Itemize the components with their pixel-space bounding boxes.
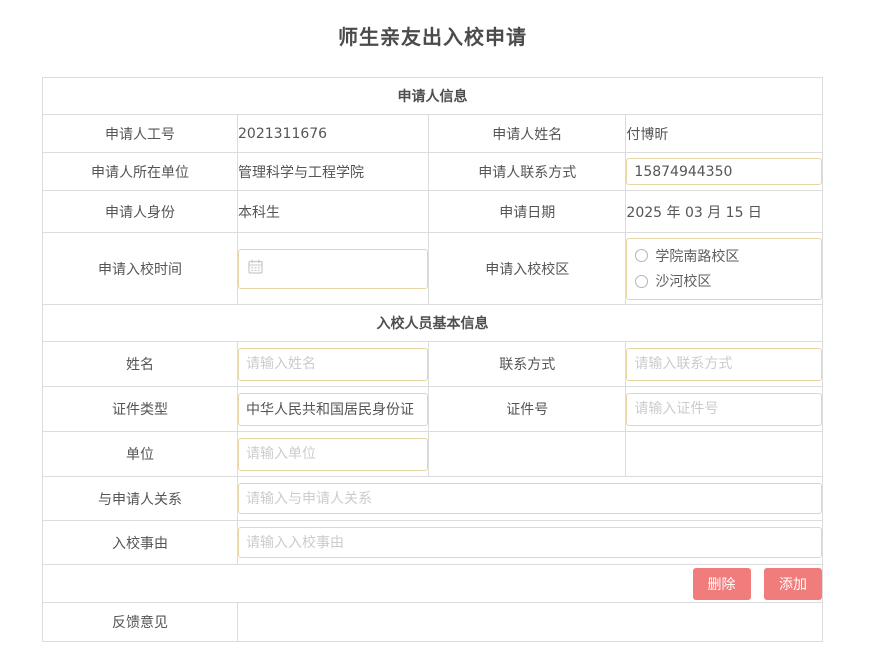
campus-option-south[interactable]: 学院南路校区 bbox=[635, 246, 813, 266]
campus-option-south-label: 学院南路校区 bbox=[655, 246, 739, 266]
application-form-table: 申请人信息 申请人工号 2021311676 申请人姓名 付博昕 申请人所在单位… bbox=[42, 77, 823, 642]
id-number-input[interactable] bbox=[626, 393, 822, 426]
applicant-id-value: 2021311676 bbox=[238, 115, 429, 153]
visitor-name-input[interactable] bbox=[238, 348, 428, 381]
relation-input[interactable] bbox=[238, 483, 822, 514]
empty-cell bbox=[626, 432, 823, 477]
visitor-unit-label: 单位 bbox=[43, 432, 238, 477]
applicant-name-label: 申请人姓名 bbox=[429, 115, 626, 153]
feedback-value bbox=[238, 603, 823, 642]
id-number-label: 证件号 bbox=[429, 387, 626, 432]
feedback-label: 反馈意见 bbox=[43, 603, 238, 642]
visitor-section-header: 入校人员基本信息 bbox=[43, 305, 823, 342]
campus-option-shahe[interactable]: 沙河校区 bbox=[635, 271, 813, 291]
relation-label: 与申请人关系 bbox=[43, 477, 238, 521]
campus-label: 申请入校校区 bbox=[429, 233, 626, 305]
campus-option-shahe-label: 沙河校区 bbox=[655, 271, 711, 291]
delete-button[interactable]: 删除 bbox=[693, 568, 751, 600]
add-button[interactable]: 添加 bbox=[764, 568, 822, 600]
entry-reason-input[interactable] bbox=[238, 527, 822, 558]
entry-time-date-picker[interactable] bbox=[238, 249, 428, 289]
application-date-label: 申请日期 bbox=[429, 191, 626, 233]
radio-icon[interactable] bbox=[635, 275, 648, 288]
empty-cell bbox=[429, 432, 626, 477]
entry-time-label: 申请入校时间 bbox=[43, 233, 238, 305]
applicant-unit-label: 申请人所在单位 bbox=[43, 153, 238, 191]
applicant-id-label: 申请人工号 bbox=[43, 115, 238, 153]
visitor-contact-label: 联系方式 bbox=[429, 342, 626, 387]
application-page: 师生亲友出入校申请 申请人信息 申请人工号 2021311676 申请人姓名 付… bbox=[0, 0, 879, 649]
visitor-unit-input[interactable] bbox=[238, 438, 428, 471]
applicant-name-value: 付博昕 bbox=[626, 115, 823, 153]
id-type-input[interactable] bbox=[238, 393, 428, 426]
applicant-contact-input[interactable] bbox=[626, 158, 822, 185]
applicant-identity-label: 申请人身份 bbox=[43, 191, 238, 233]
visitor-contact-input[interactable] bbox=[626, 348, 822, 381]
id-type-label: 证件类型 bbox=[43, 387, 238, 432]
applicant-identity-value: 本科生 bbox=[238, 191, 429, 233]
visitor-name-label: 姓名 bbox=[43, 342, 238, 387]
applicant-contact-label: 申请人联系方式 bbox=[429, 153, 626, 191]
applicant-unit-value: 管理科学与工程学院 bbox=[238, 153, 429, 191]
radio-icon[interactable] bbox=[635, 249, 648, 262]
campus-radio-group: 学院南路校区 沙河校区 bbox=[626, 238, 822, 300]
application-date-value: 2025 年 03 月 15 日 bbox=[626, 191, 823, 233]
applicant-section-header: 申请人信息 bbox=[43, 78, 823, 115]
page-title: 师生亲友出入校申请 bbox=[42, 0, 823, 50]
calendar-icon bbox=[248, 259, 263, 278]
entry-reason-label: 入校事由 bbox=[43, 521, 238, 565]
action-button-row: 删除 添加 bbox=[43, 565, 823, 603]
